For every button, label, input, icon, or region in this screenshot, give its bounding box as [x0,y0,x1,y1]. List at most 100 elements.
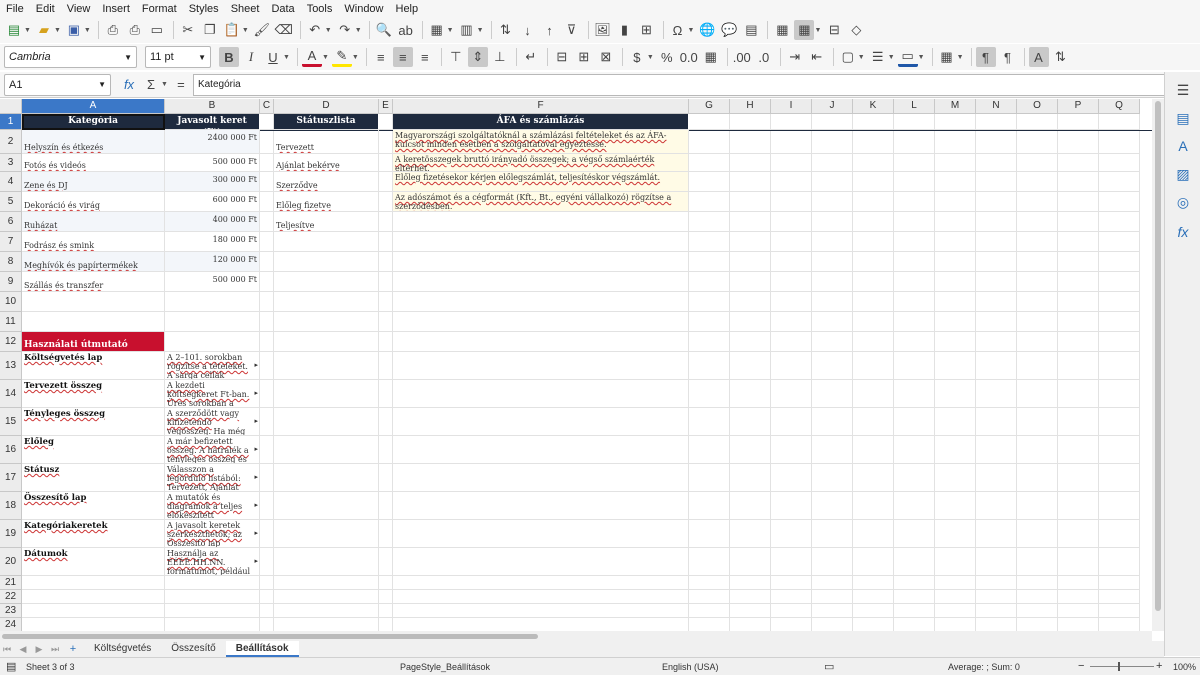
grid-cell[interactable] [935,604,976,618]
budget-cell[interactable]: 300 000 Ft [165,172,260,192]
grid-cell[interactable] [274,252,379,272]
grid-cell[interactable] [976,618,1017,631]
hyperlink-icon[interactable]: 🌐 [697,20,717,40]
grid-cell[interactable] [894,408,935,436]
grid-cell[interactable] [771,312,812,332]
grid-cell[interactable] [976,380,1017,408]
grid-cell[interactable] [1099,212,1140,232]
guide-term-cell[interactable]: Kategóriakeretek [22,520,165,548]
guide-term-cell[interactable]: Összesítő lap [22,492,165,520]
horizontal-scrollbar-thumb[interactable] [2,634,538,639]
grid-cell[interactable] [22,312,165,332]
grid-cell[interactable] [689,114,730,130]
grid-cell[interactable] [1017,604,1058,618]
grid-cell[interactable] [853,172,894,192]
grid-cell[interactable] [1017,312,1058,332]
grid-cell[interactable] [1099,520,1140,548]
grid-cell[interactable] [976,192,1017,212]
sort-descending-icon[interactable]: ↑ [540,20,560,40]
grid-cell[interactable] [689,380,730,408]
grid-cell[interactable] [894,352,935,380]
category-cell[interactable]: Zene és DJ [22,172,165,192]
grid-cell[interactable] [812,436,853,464]
bold-icon[interactable]: B [219,47,239,67]
pivot-table-icon[interactable]: ⊞ [637,20,657,40]
grid-cell[interactable] [393,618,689,631]
grid-cell[interactable] [1099,492,1140,520]
show-draw-functions-icon[interactable]: ◇ [846,20,866,40]
grid-cell[interactable] [393,212,689,232]
formula-icon[interactable]: = [171,75,191,95]
grid-cell[interactable] [1099,272,1140,292]
grid-cell[interactable] [1058,192,1099,212]
grid-cell[interactable] [1099,408,1140,436]
budget-cell[interactable]: 120 000 Ft [165,252,260,272]
grid-cell[interactable] [812,272,853,292]
grid-cell[interactable] [274,492,379,520]
sort-icon[interactable]: ⇅ [496,20,516,40]
grid-cell[interactable] [935,212,976,232]
grid-cell[interactable] [853,618,894,631]
grid-cell[interactable] [165,332,260,352]
grid-cell[interactable] [1099,154,1140,172]
grid-cell[interactable] [935,292,976,312]
right-to-left-icon[interactable]: ¶ [998,47,1018,67]
grid-cell[interactable] [165,576,260,590]
align-top-icon[interactable]: ⊤ [446,47,466,67]
grid-cell[interactable] [274,520,379,548]
grid-cell[interactable] [812,292,853,312]
column-header-o[interactable]: O [1017,99,1058,114]
grid-cell[interactable] [853,292,894,312]
grid-cell[interactable] [812,618,853,631]
grid-cell[interactable] [1099,332,1140,352]
grid-cell[interactable] [260,114,274,130]
status-cell[interactable]: Teljesítve [274,212,379,232]
budget-cell[interactable]: 2400 000 Ft [165,130,260,154]
category-cell[interactable]: Meghívók és papírtermékek [22,252,165,272]
grid-cell[interactable] [935,464,976,492]
grid-cell[interactable] [379,292,393,312]
redo-icon[interactable]: ↷ [335,20,355,40]
grid-cell[interactable] [853,548,894,576]
grid-cell[interactable] [976,604,1017,618]
row-header-3[interactable]: 3 [0,154,22,172]
add-decimal-icon[interactable]: .00 [732,47,752,67]
next-sheet-icon[interactable]: ▶ [32,639,46,659]
grid-cell[interactable] [1099,130,1140,154]
grid-cell[interactable] [379,436,393,464]
grid-cell[interactable] [1058,292,1099,312]
grid-cell[interactable] [935,352,976,380]
grid-cell[interactable] [853,352,894,380]
grid-cell[interactable] [730,192,771,212]
grid-cell[interactable] [894,590,935,604]
grid-cell[interactable] [771,576,812,590]
grid-cell[interactable] [393,604,689,618]
split-window-icon[interactable]: ⊟ [824,20,844,40]
grid-cell[interactable] [935,272,976,292]
grid-cell[interactable] [894,272,935,292]
new-icon[interactable]: ▤ [4,20,24,40]
grid-cell[interactable] [1017,292,1058,312]
grid-cell[interactable] [260,548,274,576]
menu-data[interactable]: Data [271,3,294,15]
grid-cell[interactable] [812,380,853,408]
grid-cell[interactable] [812,492,853,520]
number-format-icon[interactable]: 0.0 [679,47,699,67]
grid-cell[interactable] [976,312,1017,332]
guide-term-cell[interactable]: Tervezett összeg [22,380,165,408]
guide-term-cell[interactable]: Tényleges összeg [22,408,165,436]
grid-cell[interactable] [689,312,730,332]
budget-cell[interactable]: 400 000 Ft [165,212,260,232]
grid-cell[interactable] [730,618,771,631]
grid-cell[interactable] [894,192,935,212]
zoom-out-icon[interactable]: − [1078,660,1084,672]
status-cell[interactable]: Ajánlat bekérve [274,154,379,172]
category-cell[interactable]: Dekoráció és virág [22,192,165,212]
grid-cell[interactable] [730,408,771,436]
gallery-icon[interactable]: ▨ [1173,164,1193,184]
grid-cell[interactable] [1058,252,1099,272]
grid-cell[interactable] [976,590,1017,604]
grid-cell[interactable] [894,576,935,590]
grid-cell[interactable] [379,332,393,352]
grid-cell[interactable] [976,464,1017,492]
